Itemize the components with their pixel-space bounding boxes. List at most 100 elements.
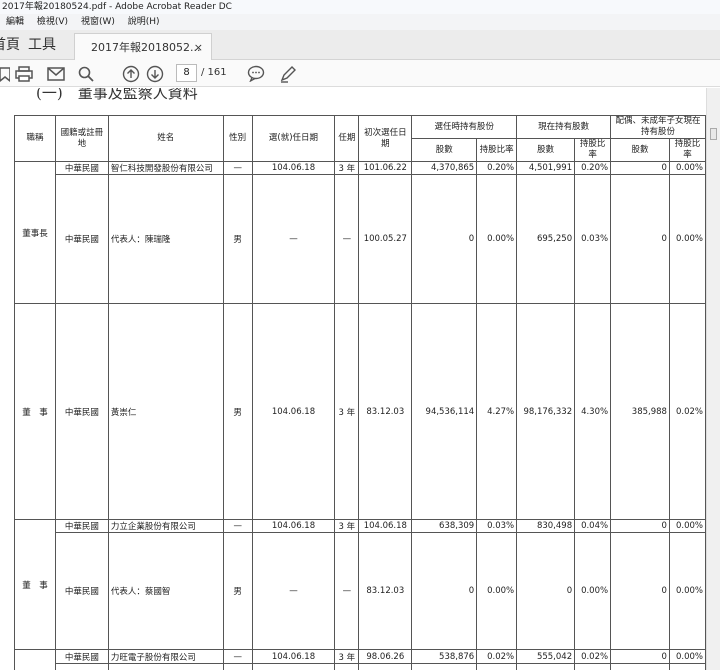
- ratio-cell: 0.00%: [668, 519, 706, 533]
- table-row: 董 事 中華民國 黃崇仁 男 104.06.18 3 年 83.12.03 94…: [14, 303, 706, 520]
- shares-cell: 538,876: [411, 649, 478, 664]
- ratio-cell: 0.20%: [574, 161, 612, 175]
- term-cell: —: [334, 174, 360, 304]
- ratio-cell: 0.03%: [476, 519, 518, 533]
- shares-cell: 94,536,114: [411, 303, 478, 520]
- ratio-cell: 0.02%: [574, 649, 612, 664]
- empty-cell: [251, 663, 336, 670]
- shares-cell: 0: [610, 161, 670, 175]
- ratio-cell: 0.00%: [476, 532, 518, 650]
- header-shares: 股數: [610, 138, 670, 162]
- shares-cell: 385,988: [610, 303, 670, 520]
- table-row: 董事長 中華民國 智仁科技開發股份有限公司 — 104.06.18 3 年 10…: [14, 161, 706, 304]
- menu-view[interactable]: 檢視(V): [37, 17, 68, 27]
- bookmark-icon[interactable]: [0, 64, 14, 83]
- shares-cell: 0: [411, 174, 478, 304]
- window-title: 2017年報20180524.pdf - Adobe Acrobat Reade…: [0, 0, 720, 14]
- role-cell: [14, 649, 56, 670]
- ratio-cell: 0.20%: [476, 161, 518, 175]
- nav-tools[interactable]: 工具: [28, 30, 56, 60]
- toolbar: 8 / 161: [0, 60, 720, 87]
- term-cell: 3 年: [334, 303, 360, 520]
- elected-cell: —: [251, 532, 336, 650]
- menu-edit[interactable]: 編輯: [6, 17, 24, 27]
- menu-help[interactable]: 說明(H): [128, 17, 160, 27]
- table-row: 中華民國 代表人：蔡國智 男 — — 83.12.03 0 0.00% 0 0.…: [15, 532, 706, 650]
- gender-cell: —: [222, 161, 253, 175]
- empty-cell: [411, 663, 478, 670]
- highlight-pen-icon[interactable]: [278, 64, 298, 83]
- nation-cell: 中華民國: [54, 303, 109, 520]
- menu-window[interactable]: 視窗(W): [81, 17, 115, 27]
- previous-page-icon[interactable]: [121, 64, 141, 83]
- header-current: 現在持有股數: [516, 115, 612, 139]
- empty-cell: [476, 663, 518, 670]
- menu-bar: 編輯 檢視(V) 視窗(W) 說明(H): [0, 14, 720, 30]
- shares-cell: 638,309: [411, 519, 478, 533]
- header-gender: 性別: [222, 115, 253, 162]
- header-when-elected: 選任時持有股份: [411, 115, 518, 139]
- header-name: 姓名: [107, 115, 224, 162]
- gender-cell: —: [222, 519, 253, 533]
- empty-cell: [358, 663, 413, 670]
- first-cell: 98.06.26: [358, 649, 413, 664]
- role-cell: 董事長: [14, 161, 56, 304]
- email-icon[interactable]: [46, 64, 66, 83]
- role-cell: 董 事: [14, 303, 56, 520]
- ratio-cell: 0.00%: [668, 532, 706, 650]
- search-icon[interactable]: [76, 64, 96, 83]
- nation-cell: 中華民國: [54, 174, 109, 304]
- gender-cell: —: [222, 649, 253, 664]
- header-ratio: 持股比率: [574, 138, 612, 162]
- ratio-cell: 0.04%: [574, 519, 612, 533]
- nav-home[interactable]: 首頁: [0, 30, 20, 60]
- first-cell: 100.05.27: [358, 174, 413, 304]
- gender-cell: 男: [222, 303, 253, 520]
- shares-cell: 4,501,991: [516, 161, 576, 175]
- gender-cell: 男: [222, 532, 253, 650]
- first-cell: 83.12.03: [358, 303, 413, 520]
- print-icon[interactable]: [14, 64, 34, 83]
- elected-cell: 104.06.18: [251, 303, 336, 520]
- nation-cell: 中華民國: [54, 161, 109, 175]
- empty-cell: [668, 663, 706, 670]
- table-row: [15, 663, 706, 670]
- nation-cell: 中華民國: [54, 532, 109, 650]
- comment-icon[interactable]: [246, 64, 266, 83]
- header-term: 任期: [334, 115, 360, 162]
- first-cell: 101.06.22: [358, 161, 413, 175]
- document-tab-label: 2017年報2018052...: [91, 41, 201, 54]
- header-role: 職稱: [14, 115, 56, 162]
- empty-cell: [574, 663, 612, 670]
- page-number-input[interactable]: 8: [176, 64, 197, 82]
- term-cell: 3 年: [334, 649, 360, 664]
- next-page-icon[interactable]: [145, 64, 165, 83]
- ratio-cell: 0.03%: [574, 174, 612, 304]
- header-first-elected: 初次選任日期: [358, 115, 413, 162]
- page-total: / 161: [201, 67, 227, 78]
- term-cell: 3 年: [334, 519, 360, 533]
- name-cell: 代表人：蔡國智: [107, 532, 224, 650]
- header-shares: 股數: [411, 138, 478, 162]
- name-cell: 黃崇仁: [107, 303, 224, 520]
- ratio-cell: 0.00%: [574, 532, 612, 650]
- shares-cell: 0: [610, 174, 670, 304]
- ratio-cell: 0.00%: [668, 649, 706, 664]
- header-ratio: 持股比率: [476, 138, 518, 162]
- scrollbar-thumb[interactable]: [710, 128, 717, 140]
- table-row: 中華民國 代表人：陳瑞隆 男 — — 100.05.27 0 0.00% 695…: [15, 174, 706, 304]
- ratio-cell: 0.00%: [476, 174, 518, 304]
- nation-cell: 中華民國: [54, 649, 109, 664]
- empty-cell: [334, 663, 360, 670]
- vertical-scrollbar[interactable]: [706, 88, 720, 670]
- shares-cell: 0: [610, 649, 670, 664]
- document-view[interactable]: (一) 董事及監察人資料 職稱 國籍或註冊地 姓名 性別 選(就)任日期 任期 …: [0, 88, 706, 670]
- tab-close-icon[interactable]: ×: [194, 34, 203, 61]
- ratio-cell: 0.02%: [668, 303, 706, 520]
- document-tab[interactable]: 2017年報2018052... ×: [74, 33, 212, 60]
- nation-cell: 中華民國: [54, 519, 109, 533]
- shares-cell: 555,042: [516, 649, 576, 664]
- shares-cell: 0: [516, 532, 576, 650]
- tab-bar: 首頁 工具 2017年報2018052... ×: [0, 30, 720, 60]
- empty-cell: [516, 663, 576, 670]
